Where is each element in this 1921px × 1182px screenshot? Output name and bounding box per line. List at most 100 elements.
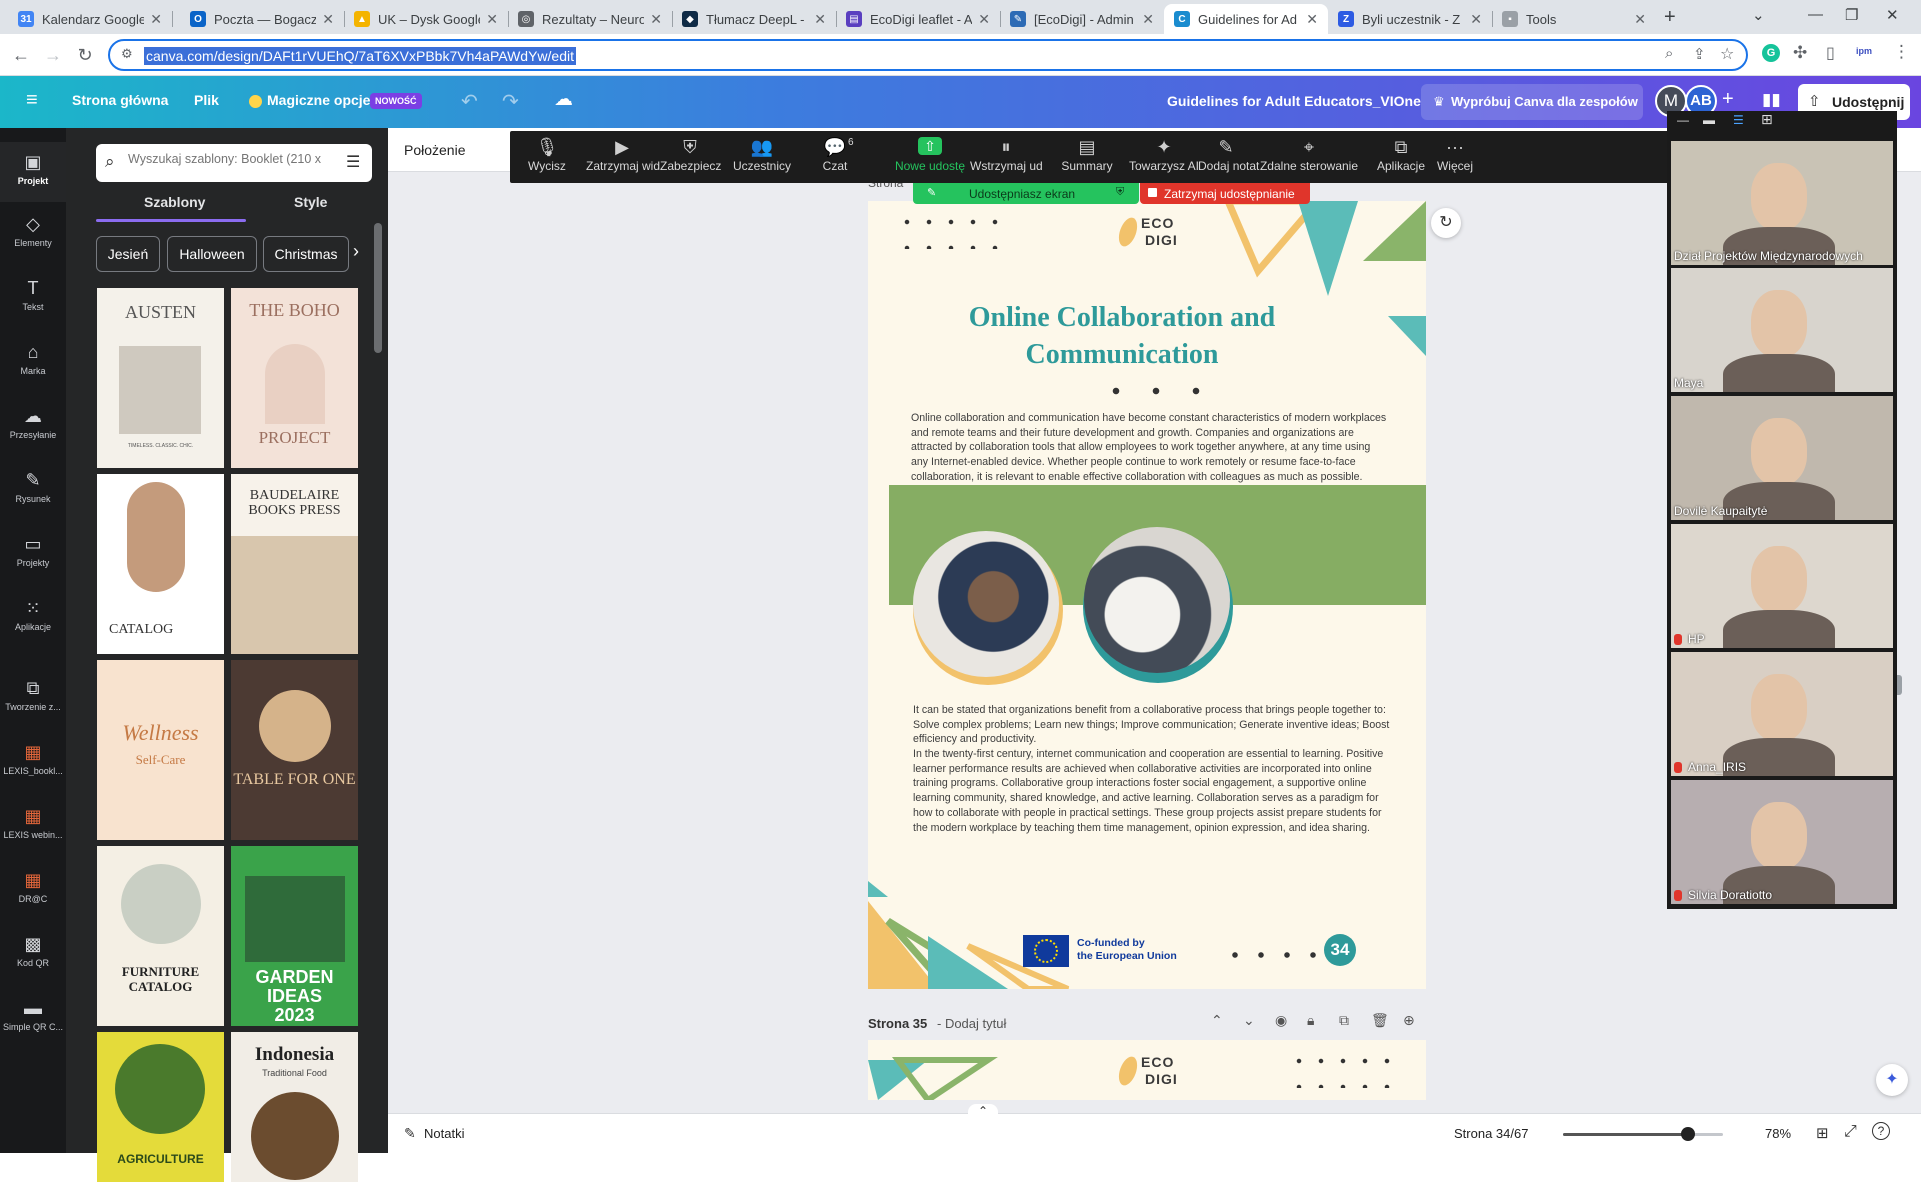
browser-tab[interactable]: ◆ Tłumacz DeepL - ✕	[672, 4, 836, 34]
zoom-toolbar-button[interactable]: ⇧ Nowe udostę	[892, 137, 968, 173]
duplicate-icon[interactable]: ⧉	[1339, 1012, 1349, 1029]
participant-video[interactable]: Dział Projektów Międzynarodowych	[1671, 141, 1893, 265]
bookmark-star-icon[interactable]: ☆	[1720, 44, 1734, 64]
design-title[interactable]: Guidelines for Adult Educators_VIOne	[1167, 93, 1421, 109]
hide-page-icon[interactable]: ◉	[1275, 1012, 1287, 1029]
zoom-toolbar-button[interactable]: 🎙 Wycisz	[522, 137, 572, 173]
template-thumb[interactable]: FURNITURE CATALOG	[97, 846, 224, 1026]
site-info-icon[interactable]: ⚙	[121, 46, 133, 62]
page-counter[interactable]: Strona 34/67	[1454, 1126, 1528, 1141]
extensions-icon[interactable]: ✣	[1793, 43, 1807, 63]
rail-item[interactable]: ▦ LEXIS webin...	[0, 796, 66, 856]
template-thumb[interactable]: CATALOG	[97, 474, 224, 654]
participant-video[interactable]: Maya	[1671, 268, 1893, 392]
rail-item[interactable]: ▦ DR@C	[0, 860, 66, 920]
template-thumb[interactable]: AGRICULTURE	[97, 1032, 224, 1182]
zoom-toolbar-button[interactable]: ⧉ Aplikacje	[1372, 137, 1430, 173]
rail-item[interactable]: ▭ Projekty	[0, 524, 66, 584]
zoom-percent[interactable]: 78%	[1765, 1126, 1791, 1141]
magic-options-menu[interactable]: Magiczne opcje	[267, 92, 370, 108]
window-restore-icon[interactable]: ❐	[1845, 6, 1858, 24]
zoom-toolbar-button[interactable]: ··· Więcej	[1430, 137, 1480, 173]
template-thumb[interactable]: THE BOHO PROJECT	[231, 288, 358, 468]
expand-pages-icon[interactable]: ⌃	[968, 1104, 999, 1118]
template-thumb[interactable]: TABLE FOR ONE	[231, 660, 358, 840]
window-close-icon[interactable]: ✕	[1886, 6, 1899, 24]
add-page-icon[interactable]: ⊕	[1403, 1012, 1415, 1029]
undo-icon[interactable]: ↶	[461, 89, 478, 114]
profile-badge[interactable]: ipm	[1856, 46, 1872, 56]
address-bar[interactable]: ⚙ canva.com/design/DAFt1rVUEhQ/7aT6XVxPB…	[108, 39, 1748, 71]
rail-item[interactable]: ◇ Elementy	[0, 204, 66, 264]
fullscreen-icon[interactable]: ⤢	[1844, 1123, 1857, 1141]
forward-icon[interactable]: →	[42, 44, 64, 66]
chevron-down-icon[interactable]: ⌄	[1243, 1012, 1255, 1029]
tab-styles[interactable]: Style	[294, 194, 327, 210]
menu-icon[interactable]: ≡	[26, 89, 38, 112]
help-icon[interactable]: ?	[1872, 1122, 1890, 1140]
redo-icon[interactable]: ↷	[502, 89, 519, 114]
tab-search-icon[interactable]: ⌄	[1752, 6, 1765, 24]
side-panel-icon[interactable]: ▯	[1826, 43, 1835, 63]
template-thumb[interactable]: Wellness Self-Care	[97, 660, 224, 840]
browser-menu-icon[interactable]: ⋮	[1893, 42, 1910, 62]
browser-tab[interactable]: ▲ UK – Dysk Google ✕	[344, 4, 508, 34]
rail-item[interactable]: ▣ Projekt	[0, 142, 66, 202]
chip-halloween[interactable]: Halloween	[167, 236, 257, 272]
tab-templates[interactable]: Szablony	[144, 194, 205, 210]
close-tab-icon[interactable]: ✕	[486, 11, 498, 28]
share-page-icon[interactable]: ⇪	[1693, 45, 1706, 63]
template-search[interactable]: ⌕ ☰	[96, 144, 372, 182]
browser-tab[interactable]: 31 Kalendarz Google ✕	[8, 4, 172, 34]
browser-tab[interactable]: ✎ [EcoDigi] - Admin ✕	[1000, 4, 1164, 34]
close-tab-icon[interactable]: ✕	[150, 11, 162, 28]
restore-icon[interactable]: ▬	[1703, 113, 1715, 127]
close-tab-icon[interactable]: ✕	[1634, 11, 1646, 28]
participant-video[interactable]: Dovilė Kaupaitytė	[1671, 396, 1893, 520]
magic-assistant-icon[interactable]: ✦	[1876, 1064, 1908, 1096]
close-tab-icon[interactable]: ✕	[978, 11, 990, 28]
refresh-icon[interactable]: ↻	[1431, 208, 1461, 238]
next-page-add-title[interactable]: - Dodaj tytuł	[937, 1016, 1006, 1031]
window-minimize-icon[interactable]: —	[1808, 6, 1823, 23]
notes-button[interactable]: Notatki	[424, 1126, 464, 1141]
chip-autumn[interactable]: Jesień	[96, 236, 160, 272]
zoom-lens-icon[interactable]: ⌕	[1665, 45, 1673, 62]
file-menu[interactable]: Plik	[194, 92, 219, 108]
close-tab-icon[interactable]: ✕	[814, 11, 826, 28]
rail-item[interactable]: ☁ Przesyłanie	[0, 396, 66, 456]
insights-icon[interactable]: ▮▮	[1762, 90, 1781, 110]
close-tab-icon[interactable]: ✕	[650, 11, 662, 28]
participant-video[interactable]: HP	[1671, 524, 1893, 648]
chevron-up-icon[interactable]: ⌃	[1211, 1012, 1223, 1029]
zoom-toolbar-button[interactable]: ⌖ Zdalne sterowanie	[1254, 137, 1364, 173]
rail-item[interactable]: ⧉ Tworzenie z...	[0, 668, 66, 728]
reload-icon[interactable]: ↻	[74, 44, 96, 66]
close-tab-icon[interactable]: ✕	[1470, 11, 1482, 28]
rail-item[interactable]: ⌂ Marka	[0, 332, 66, 392]
rail-item[interactable]: ✎ Rysunek	[0, 460, 66, 520]
template-thumb[interactable]: AUSTEN TIMELESS. CLASSIC. CHIC.	[97, 288, 224, 468]
browser-tab[interactable]: ▤ EcoDigi leaflet - A ✕	[836, 4, 1000, 34]
add-collaborator-icon[interactable]: +	[1722, 88, 1734, 111]
browser-tab[interactable]: C Guidelines for Ad ✕	[1164, 4, 1328, 34]
rail-item[interactable]: T Tekst	[0, 268, 66, 328]
minimize-icon[interactable]: —	[1677, 113, 1689, 127]
search-input[interactable]	[128, 152, 340, 166]
zoom-toolbar-button[interactable]: ⏸ Wstrzymaj ud	[970, 137, 1043, 173]
rail-item[interactable]: ▦ LEXIS_bookl...	[0, 732, 66, 792]
browser-tab[interactable]: ▪ Tools ✕	[1492, 4, 1656, 34]
position-button[interactable]: Położenie	[404, 142, 466, 158]
back-icon[interactable]: ←	[10, 44, 32, 66]
new-tab-button[interactable]: +	[1664, 6, 1676, 29]
zoom-toolbar-button[interactable]: ▶ Zatrzymaj wid	[586, 137, 660, 173]
speaker-view-icon[interactable]: ☰	[1733, 113, 1744, 127]
close-tab-icon[interactable]: ✕	[1142, 11, 1154, 28]
template-thumb[interactable]: Indonesia Traditional Food	[231, 1032, 358, 1182]
zoom-toolbar-button[interactable]: ✦ Towarzysz AI	[1124, 137, 1204, 173]
lock-icon[interactable]: 🔒︎	[1307, 1012, 1314, 1029]
grid-view-icon[interactable]: ⊞	[1816, 1124, 1829, 1142]
close-tab-icon[interactable]: ✕	[322, 11, 334, 28]
try-teams-button[interactable]: ♛ Wypróbuj Canva dla zespołów	[1421, 84, 1643, 120]
cloud-saved-icon[interactable]: ☁	[554, 88, 573, 111]
